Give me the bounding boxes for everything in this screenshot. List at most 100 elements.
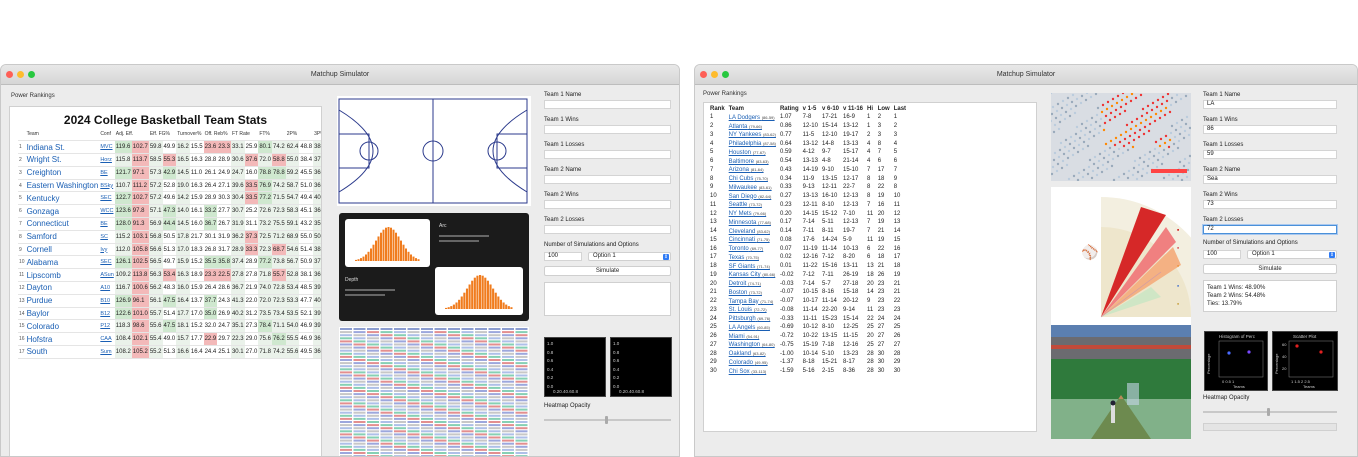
team-link[interactable]: Oakland (63-82) [727, 350, 778, 359]
team-name[interactable]: Milwaukee [729, 185, 757, 191]
team-name[interactable]: Washington [729, 342, 760, 348]
team-name[interactable]: NY Mets [729, 211, 752, 217]
team-name[interactable]: Toronto [729, 246, 749, 252]
conf-link[interactable]: SC [99, 230, 115, 244]
team-link[interactable]: Miami (54-91) [727, 333, 778, 342]
conf-link[interactable]: SEC [99, 255, 115, 270]
team2-wins-input[interactable]: 73 [1203, 200, 1337, 209]
team-link[interactable]: Lipscomb [25, 268, 100, 283]
team-name[interactable]: Colorado [729, 360, 753, 366]
team-link[interactable]: Detroit (74-71) [727, 280, 778, 289]
team-name[interactable]: Philadelphia [729, 141, 762, 147]
team-link[interactable]: Purdue [25, 294, 100, 308]
team-name[interactable]: Atlanta [729, 124, 748, 130]
team-link[interactable]: Connecticut [25, 217, 100, 231]
minimize-icon[interactable] [711, 71, 718, 78]
team-link[interactable]: Colorado [25, 319, 100, 334]
team1-name-input[interactable]: LA [1203, 100, 1337, 109]
team-link[interactable]: Dayton [25, 281, 100, 295]
team2-losses-input[interactable]: 72 [1203, 225, 1337, 234]
team-link[interactable]: Boston (73-72) [727, 289, 778, 298]
conf-link[interactable]: A10 [99, 281, 115, 295]
stats-table-panel[interactable]: 2024 College Basketball Team Stats Team C… [9, 106, 322, 456]
team-name[interactable]: Oakland [729, 351, 751, 357]
team-link[interactable]: NY Yankees (83-62) [727, 131, 778, 140]
team-name[interactable]: Cincinnati [729, 237, 755, 243]
conf-link[interactable]: BSky [99, 179, 115, 193]
team-link[interactable]: Philadelphia (87-58) [727, 140, 778, 149]
bottom-control[interactable] [1203, 423, 1337, 431]
team-name[interactable]: Miami [729, 334, 745, 340]
option-select[interactable]: Option 1 ⇕ [1247, 250, 1337, 259]
option-select[interactable]: Option 1 ⇕ [588, 252, 671, 261]
team-name[interactable]: SF Giants [729, 264, 756, 270]
team-name[interactable]: Boston [729, 290, 748, 296]
team-link[interactable]: Kentucky [25, 191, 100, 206]
slider-knob[interactable] [604, 416, 608, 424]
team-link[interactable]: LA Dodgers (86-59) [727, 114, 778, 123]
team-name[interactable]: Baltimore [729, 159, 754, 165]
team-link[interactable]: Arizona (81-64) [727, 166, 778, 175]
conf-link[interactable]: B12 [99, 307, 115, 321]
team-link[interactable]: Indiana St. [25, 140, 100, 155]
team2-wins-input[interactable] [544, 200, 671, 209]
team-link[interactable]: Atlanta (79-66) [727, 123, 778, 132]
team-name[interactable]: Cleveland [729, 229, 756, 235]
simulations-input[interactable]: 100 [1203, 250, 1241, 259]
team-link[interactable]: Samford [25, 230, 100, 244]
team-link[interactable]: Creighton [25, 166, 100, 180]
team-link[interactable]: LA Angels (60-85) [727, 324, 778, 333]
team-name[interactable]: LA Dodgers [729, 115, 760, 121]
team-link[interactable]: Baylor [25, 307, 100, 321]
team-link[interactable]: Cincinnati (71-75) [727, 236, 778, 245]
team-name[interactable]: Chi Sox [729, 369, 750, 375]
slider-knob[interactable] [1267, 408, 1271, 416]
team-link[interactable]: Toronto (69-77) [727, 245, 778, 254]
team-link[interactable]: Eastern Washington [25, 179, 100, 193]
simulate-button[interactable]: Simulate [1203, 264, 1337, 274]
conf-link[interactable]: MVC [99, 140, 115, 155]
team-link[interactable]: Alabama [25, 255, 100, 270]
team-name[interactable]: Arizona [729, 167, 749, 173]
conf-link[interactable]: B10 [99, 294, 115, 308]
team-link[interactable]: South [25, 345, 100, 359]
zoom-icon[interactable] [722, 71, 729, 78]
team1-wins-input[interactable] [544, 125, 671, 134]
conf-link[interactable]: BE [99, 217, 115, 231]
team-link[interactable]: Milwaukee (83-61) [727, 184, 778, 193]
close-icon[interactable] [700, 71, 707, 78]
heatmap-slider[interactable] [544, 416, 671, 424]
team-link[interactable]: Kansas City (80-66) [727, 271, 778, 280]
team-name[interactable]: Pittsburgh [729, 316, 756, 322]
minimize-icon[interactable] [17, 71, 24, 78]
team-link[interactable]: NY Mets (79-66) [727, 210, 778, 219]
team-link[interactable]: SF Giants (71-74) [727, 263, 778, 272]
team-link[interactable]: Chi Cubs (75-70) [727, 175, 778, 184]
team-link[interactable]: Washington (64-80) [727, 341, 778, 350]
team-name[interactable]: Minnesota [729, 220, 757, 226]
team-link[interactable]: Seattle (73-72) [727, 201, 778, 210]
team-link[interactable]: Baltimore (83-63) [727, 158, 778, 167]
team-name[interactable]: Houston [729, 150, 751, 156]
conf-link[interactable]: P12 [99, 319, 115, 334]
team-name[interactable]: LA Angels [729, 325, 756, 331]
team-name[interactable]: San Diego [729, 194, 757, 200]
zoom-icon[interactable] [28, 71, 35, 78]
conf-link[interactable]: BE [99, 166, 115, 180]
team-link[interactable]: Wright St. [25, 153, 100, 167]
mlb-rankings-panel[interactable]: Rank Team Rating v 1-5 v 6-10 v 11-16 Hi Low… [703, 102, 1037, 432]
team-link[interactable]: St. Louis (72-72) [727, 306, 778, 315]
team2-name-input[interactable]: Sea [1203, 175, 1337, 184]
team1-name-input[interactable] [544, 100, 671, 109]
team-link[interactable]: Gonzaga [25, 204, 100, 219]
heatmap-slider[interactable] [1203, 408, 1337, 416]
team-name[interactable]: Detroit [729, 281, 747, 287]
conf-link[interactable]: SEC [99, 191, 115, 206]
conf-link[interactable]: Horz [99, 153, 115, 167]
team-name[interactable]: Kansas City [729, 272, 761, 278]
team-link[interactable]: Tampa Bay (71-74) [727, 298, 778, 307]
conf-link[interactable]: WCC [99, 204, 115, 219]
team2-name-input[interactable] [544, 175, 671, 184]
team-name[interactable]: Chi Cubs [729, 176, 754, 182]
team-link[interactable]: Hofstra [25, 332, 100, 347]
